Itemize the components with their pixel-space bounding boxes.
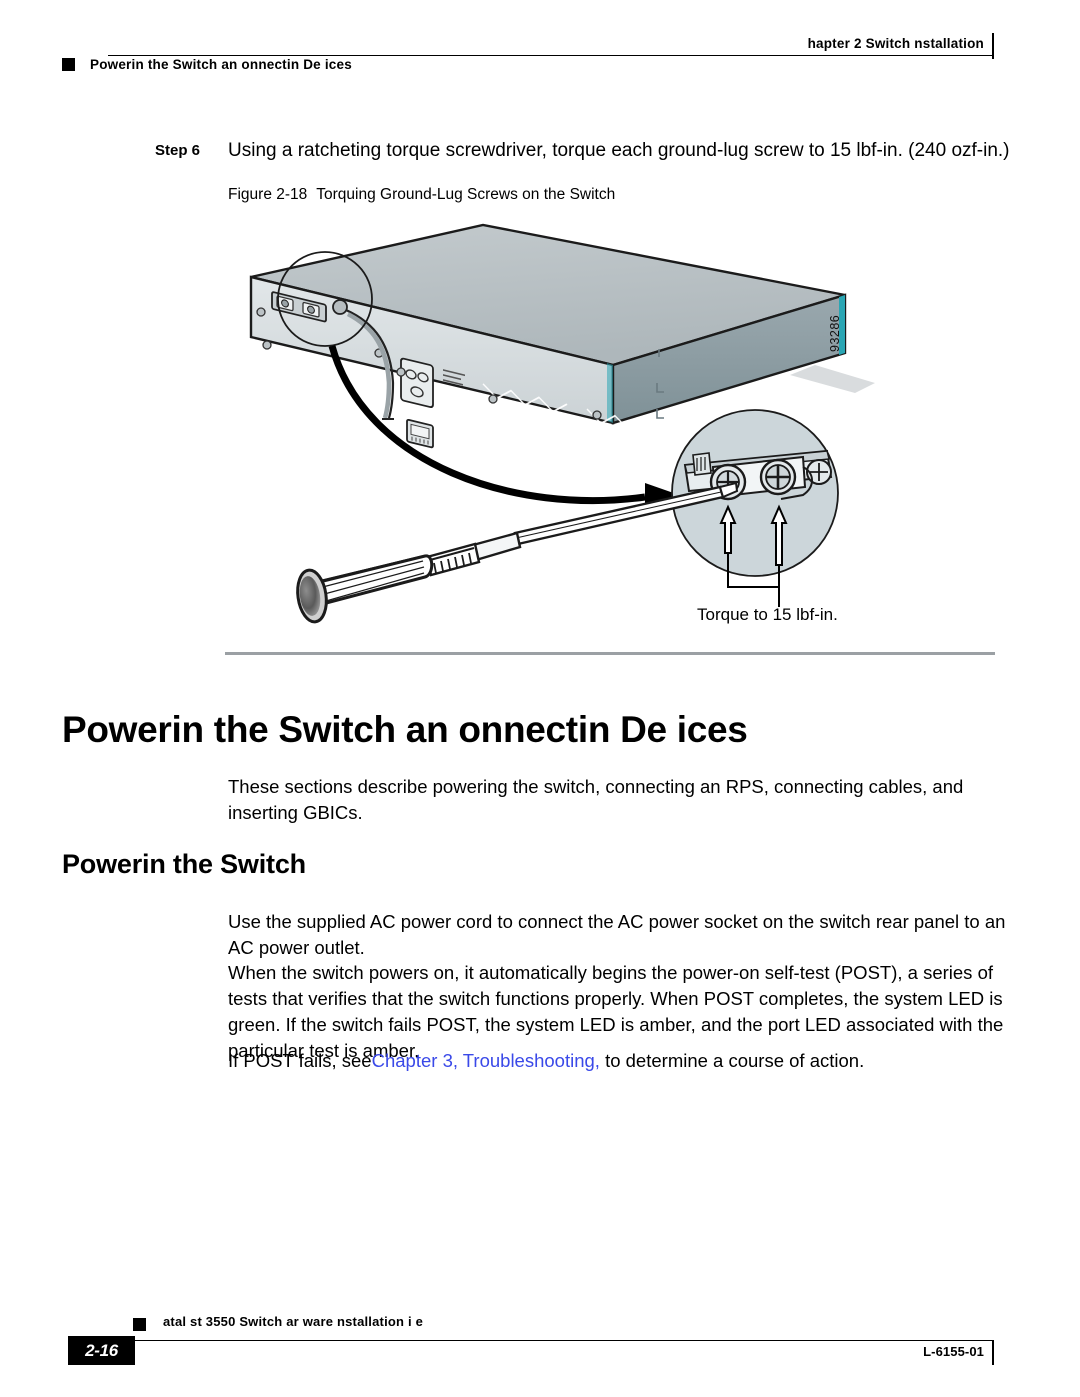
- chassis-shadow: [790, 365, 875, 393]
- footer-divider-rule: [108, 1340, 992, 1341]
- header-end-tick: [992, 33, 994, 59]
- header-divider-rule: [108, 55, 992, 56]
- figure-caption: Figure 2-18 Torquing Ground-Lug Screws on…: [228, 186, 615, 204]
- figure-illustration: [215, 215, 915, 635]
- square-bullet-icon: [133, 1318, 146, 1331]
- header-chapter-label: hapter 2 Switch nstallation: [807, 36, 984, 51]
- post-failure-paragraph: If POST fails, seeChapter 3, Troubleshoo…: [228, 1048, 1028, 1074]
- power-cord-paragraph: Use the supplied AC power cord to connec…: [228, 911, 1006, 958]
- step-instruction-text: Using a ratcheting torque screwdriver, t…: [228, 140, 1010, 161]
- post-failure-text-before: If POST fails, see: [228, 1050, 372, 1071]
- intro-paragraph: These sections describe powering the swi…: [228, 776, 964, 823]
- footer-end-tick: [992, 1340, 994, 1365]
- section-heading-powering-the-switch: Powerin the Switch: [62, 849, 306, 879]
- section-divider-rule: [225, 652, 995, 655]
- rps-connector: [406, 418, 434, 449]
- page-number: 2-16: [85, 1341, 118, 1360]
- chapter-3-troubleshooting-link[interactable]: Chapter 3, Troubleshooting,: [372, 1050, 600, 1071]
- header-running-head: Powerin the Switch an onnectin De ices: [90, 57, 352, 72]
- figure-number: Figure 2-18: [228, 186, 308, 203]
- page-footer: [0, 1300, 1080, 1397]
- step-label: Step 6: [155, 142, 201, 159]
- post-failure-text-after: to determine a course of action.: [599, 1050, 865, 1071]
- square-bullet-icon: [62, 58, 75, 71]
- figure-callout-label: Torque to 15 lbf-in.: [697, 605, 838, 624]
- ratcheting-torque-screwdriver: [296, 481, 739, 624]
- page-title: Powerin the Switch an onnectin De ices: [62, 709, 748, 750]
- document-id: L-6155-01: [923, 1344, 984, 1359]
- footer-guide-title: atal st 3550 Switch ar ware nstallation …: [163, 1314, 424, 1329]
- figure-artwork-id: 93286: [828, 314, 842, 352]
- magnified-detail: [671, 409, 839, 607]
- page-header: hapter 2 Switch nstallation Powerin the …: [0, 0, 1080, 90]
- figure-title: Torquing Ground-Lug Screws on the Switch: [316, 186, 616, 203]
